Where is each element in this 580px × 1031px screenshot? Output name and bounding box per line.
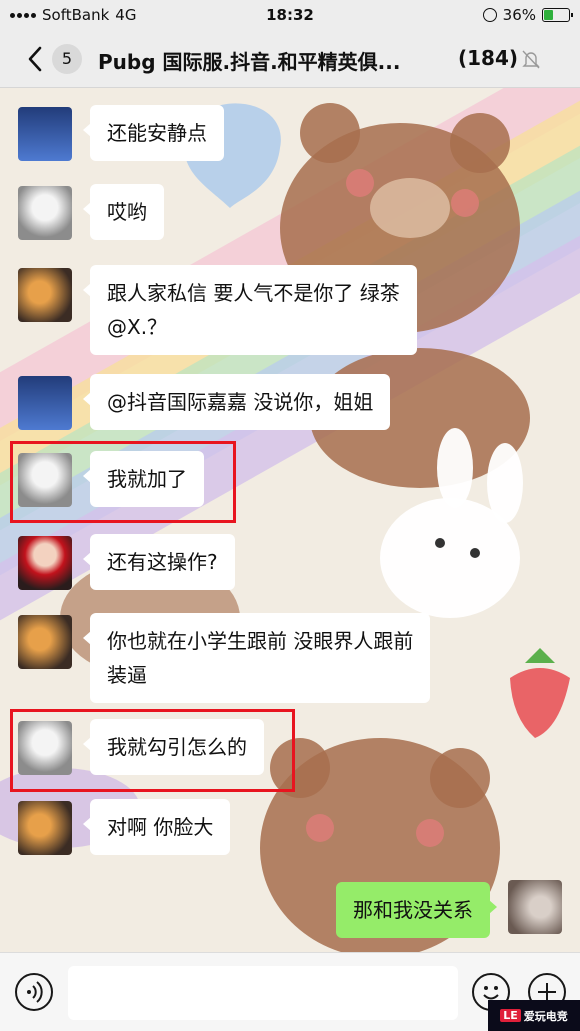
message-input[interactable] — [68, 966, 458, 1020]
message-line: 装逼 — [107, 663, 147, 687]
message-line: @X.？ — [107, 315, 168, 339]
message-bubble[interactable]: 我就加了 — [83, 451, 204, 507]
message-bubble-multiline[interactable]: 你也就在小学生跟前 没眼界人跟前 装逼 — [82, 613, 431, 703]
avatar-photo[interactable] — [18, 615, 72, 669]
avatar-anime-girl[interactable] — [18, 453, 72, 507]
bell-off-icon — [522, 50, 540, 69]
avatar-anime-girl[interactable] — [18, 186, 72, 240]
avatar-photo[interactable] — [18, 801, 72, 855]
message-line: 跟人家私信 要人气不是你了 绿茶 — [107, 281, 400, 305]
watermark-logo: LE — [500, 1009, 521, 1022]
back-button[interactable] — [22, 42, 52, 76]
my-message-bubble[interactable]: 那和我没关系 — [336, 882, 497, 938]
battery-icon — [542, 8, 573, 22]
chevron-left-icon — [28, 46, 42, 72]
status-bar: SoftBank 4G 18:32 36% — [0, 0, 580, 30]
orientation-lock-icon — [482, 8, 497, 22]
voice-button[interactable] — [15, 973, 53, 1011]
watermark-text: 爱玩电竞 — [523, 1009, 568, 1023]
avatar-anime-girl[interactable] — [18, 721, 72, 775]
message-line: 你也就在小学生跟前 没眼界人跟前 — [107, 629, 414, 653]
chat-title[interactable]: Pubg 国际服.抖音.和平精英俱... — [98, 46, 448, 75]
message-bubble[interactable]: 还有这操作? — [83, 534, 235, 590]
avatar-red-hat-girl[interactable] — [18, 536, 72, 590]
voice-icon — [27, 981, 43, 1003]
message-bubble[interactable]: 还能安静点 — [83, 105, 224, 161]
status-right: 36% — [482, 6, 573, 24]
chat-message-list[interactable]: 还能安静点 哎哟 跟人家私信 要人气不是你了 绿茶 @X.？ @抖音国际嘉嘉 没… — [0, 88, 580, 952]
message-bubble[interactable]: 对啊 你脸大 — [82, 799, 231, 855]
site-watermark: LE 爱玩电竞 — [488, 1000, 580, 1031]
member-count: (184) — [458, 46, 519, 70]
avatar-self[interactable] — [508, 880, 562, 934]
message-bubble[interactable]: @抖音国际嘉嘉 没说你，姐姐 — [82, 374, 391, 430]
battery-percent: 36% — [502, 6, 536, 24]
message-bubble-multiline[interactable]: 跟人家私信 要人气不是你了 绿茶 @X.？ — [83, 265, 417, 355]
avatar-game-character[interactable] — [18, 376, 72, 430]
message-bubble[interactable]: 哎哟 — [83, 184, 164, 240]
unread-count-badge[interactable]: 5 — [52, 44, 82, 74]
avatar-photo[interactable] — [18, 268, 72, 322]
message-bubble[interactable]: 我就勾引怎么的 — [83, 719, 264, 775]
avatar-game-character[interactable] — [18, 107, 72, 161]
chat-header: 5 Pubg 国际服.抖音.和平精英俱... (184) — [0, 30, 580, 88]
